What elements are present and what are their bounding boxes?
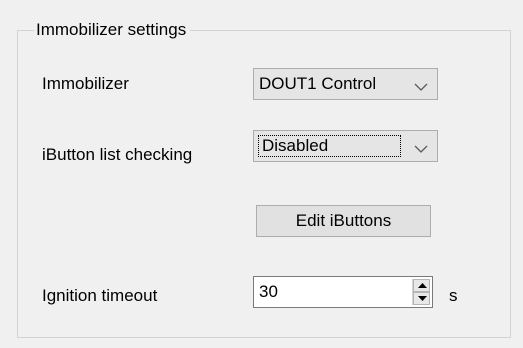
ibutton-list-checking-value: Disabled	[262, 136, 329, 155]
ibutton-list-checking-select[interactable]: Disabled	[253, 130, 438, 162]
edit-ibuttons-button[interactable]: Edit iButtons	[256, 205, 431, 237]
group-title: Immobilizer settings	[34, 19, 191, 41]
ibutton-list-checking-label: iButton list checking	[42, 145, 193, 164]
immobilizer-select[interactable]: DOUT1 Control	[253, 68, 438, 100]
chevron-down-icon[interactable]	[413, 140, 429, 153]
ignition-timeout-value[interactable]: 30	[259, 277, 278, 307]
focus-rectangle: Disabled	[258, 135, 401, 157]
spin-buttons	[412, 279, 430, 305]
spin-up-icon[interactable]	[413, 279, 430, 292]
immobilizer-select-value: DOUT1 Control	[259, 74, 377, 93]
ignition-timeout-spinbox[interactable]: 30	[253, 276, 433, 308]
immobilizer-label: Immobilizer	[42, 74, 129, 93]
spin-down-icon[interactable]	[413, 292, 430, 305]
chevron-down-icon[interactable]	[413, 78, 429, 91]
ignition-timeout-label: Ignition timeout	[42, 286, 158, 305]
ignition-timeout-unit: s	[449, 286, 458, 305]
